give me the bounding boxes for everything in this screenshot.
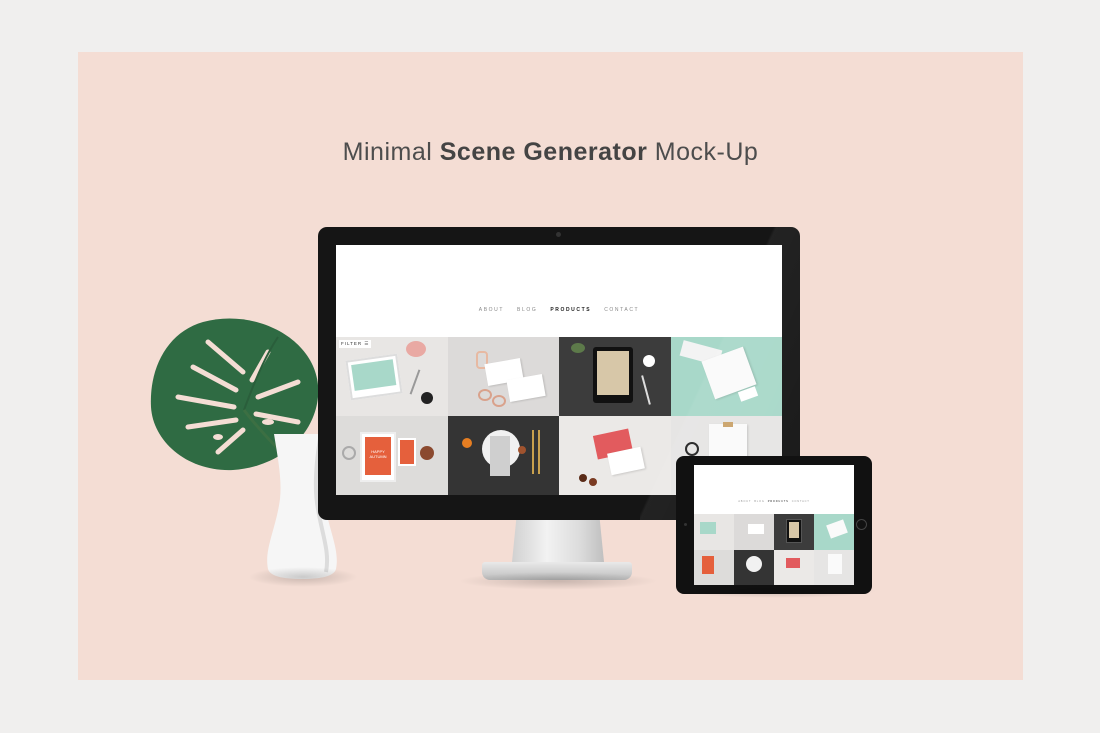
title-bold: Scene Generator [439, 138, 648, 166]
tablet-nav-contact[interactable]: CONTACT [792, 500, 810, 503]
tablet-tile-6[interactable] [734, 549, 774, 585]
tile-cards-sunglasses[interactable] [447, 337, 559, 416]
tablet-product-grid [694, 514, 854, 585]
monitor-shadow [458, 572, 658, 590]
nav-about[interactable]: ABOUT [479, 307, 504, 313]
tile-dark-table-setting[interactable] [447, 416, 559, 495]
tile-tablet-mint-desk[interactable]: FILTER ☰ [336, 337, 448, 416]
tablet-camera [684, 523, 687, 526]
tablet-nav: ABOUT BLOG PRODUCTS CONTACT [694, 500, 854, 503]
title-light-1: Minimal [342, 138, 433, 166]
tablet-tile-2[interactable] [734, 514, 774, 550]
tablet-screen: ABOUT BLOG PRODUCTS CONTACT [694, 465, 854, 585]
filter-button[interactable]: FILTER ☰ [339, 340, 372, 348]
tablet-nav-blog[interactable]: BLOG [754, 500, 764, 503]
nav-blog[interactable]: BLOG [517, 307, 537, 313]
mockup-canvas: Minimal Scene Generator Mock-Up ABOUT BL… [78, 52, 1023, 680]
tablet-tile-8[interactable] [814, 549, 854, 585]
monitor-camera [556, 232, 561, 237]
tablet-nav-products[interactable]: PRODUCTS [768, 500, 789, 503]
tablet-nav-about[interactable]: ABOUT [738, 500, 751, 503]
page-title: Minimal Scene Generator Mock-Up [78, 138, 1023, 167]
tile-autumn-frames[interactable]: HAPPY AUTUMN [336, 416, 448, 495]
title-light-2: Mock-Up [654, 138, 759, 166]
nav-products[interactable]: PRODUCTS [550, 307, 591, 313]
tablet-home-button[interactable] [856, 519, 867, 530]
vase-shadow [248, 567, 358, 587]
nav-contact[interactable]: CONTACT [604, 307, 639, 313]
autumn-print-text: HAPPY AUTUMN [365, 437, 391, 475]
tablet-tile-1[interactable] [694, 514, 734, 550]
tablet-tile-5[interactable] [694, 549, 734, 585]
tablet-tile-7[interactable] [774, 549, 814, 585]
monitor-stand-neck [511, 520, 605, 564]
tablet-tile-4[interactable] [814, 514, 854, 550]
tablet-shadow [678, 584, 878, 598]
tablet-tile-3[interactable] [774, 514, 814, 550]
tablet-device: ABOUT BLOG PRODUCTS CONTACT [676, 456, 872, 594]
